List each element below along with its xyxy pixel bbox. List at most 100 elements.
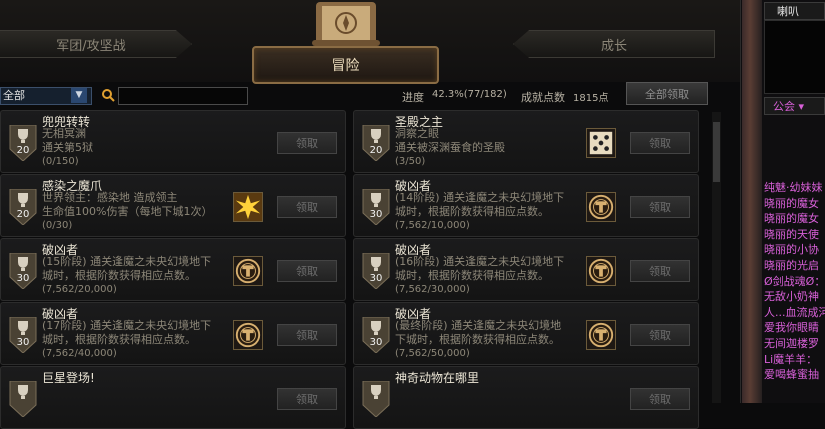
achievement-desc-line2: 城时，根据阶数获得相应点数。 bbox=[395, 205, 549, 218]
trophy-badge: 20 bbox=[8, 188, 38, 229]
achievement-card: 20 感染之魔爪 世界领主：感染地 造成领主 生命值100%伤害（每地下城1次） (0/… bbox=[0, 174, 346, 237]
trophy-points: 20 bbox=[16, 209, 30, 220]
achievement-desc-line1: 世界领主：感染地 造成领主 bbox=[42, 191, 178, 204]
achievement-desc-line1: 洞察之眼 bbox=[395, 127, 439, 140]
achievement-card: 神奇动物在哪里领取 bbox=[353, 366, 699, 429]
chat-line: 晓丽的光启 bbox=[764, 258, 819, 272]
tab-adventure-label: 冒险 bbox=[331, 58, 360, 74]
achievement-desc-line1: (最终阶段) 通关逢魔之未央幻境地 bbox=[395, 319, 562, 332]
achievement-progress: (7,562/10,000) bbox=[395, 220, 470, 231]
trophy-points: 20 bbox=[369, 145, 383, 156]
tab-legion-label: 军团/攻坚战 bbox=[56, 38, 126, 54]
achievement-desc-line1: (15阶段) 通关逢魔之未央幻境地下 bbox=[42, 255, 212, 268]
achievement-progress: (0/30) bbox=[42, 220, 73, 231]
burst-icon bbox=[233, 192, 263, 222]
trophy-points: 30 bbox=[16, 273, 30, 284]
emblem-icon bbox=[586, 192, 616, 222]
tab-legion[interactable]: 军团/攻坚战 bbox=[0, 30, 192, 58]
emblem-icon bbox=[586, 320, 616, 350]
chat-line: 爱我你眼睛 bbox=[764, 321, 819, 335]
achievement-desc-line2: 通关第5狱 bbox=[42, 141, 93, 154]
trophy-points: 30 bbox=[369, 209, 383, 220]
chat-line: 无敌小奶神 bbox=[764, 290, 819, 304]
chat-log: 纯魅·幼妹妹 晓丽的魔女 晓丽的魔女 晓丽的天使 晓丽的小协 晓丽的光启 Ø剑战魂Ø： 无敌小… bbox=[764, 180, 825, 383]
trophy-badge: 30 bbox=[8, 252, 38, 293]
points-label: 成就点数 bbox=[521, 91, 565, 104]
progress-value: 42.3%(77/182) bbox=[432, 89, 507, 100]
chat-line: 晓丽的小协 bbox=[764, 243, 819, 257]
achievement-desc-line2: 城时，根据阶数获得相应点数。 bbox=[42, 333, 196, 346]
achievement-title: 巨星登场! bbox=[42, 371, 95, 385]
horn-message-box bbox=[764, 20, 825, 94]
chat-line: 无间迦楼罗 bbox=[764, 336, 819, 350]
points-value: 1815点 bbox=[573, 93, 609, 104]
chat-line: 晓丽的魔女 bbox=[764, 196, 819, 210]
trophy-icon bbox=[9, 380, 37, 418]
achievement-desc-line1: (14阶段) 通关逢魔之未央幻境地下 bbox=[395, 191, 565, 204]
emblem-icon bbox=[233, 320, 263, 350]
claim-button[interactable]: 领取 bbox=[277, 196, 337, 218]
scroll-compass-icon bbox=[312, 2, 380, 46]
chevron-down-icon[interactable]: ▼ bbox=[71, 88, 87, 103]
achievement-desc-line1: (16阶段) 通关逢魔之未央幻境地下 bbox=[395, 255, 565, 268]
trophy-badge bbox=[361, 380, 391, 421]
tab-growth[interactable]: 成长 bbox=[513, 30, 715, 58]
chat-line: 晓丽的魔女 bbox=[764, 212, 819, 226]
trophy-badge: 30 bbox=[361, 252, 391, 293]
claim-button[interactable]: 领取 bbox=[630, 324, 690, 346]
achievement-progress: (7,562/20,000) bbox=[42, 284, 117, 295]
achievement-desc-line1: (17阶段) 通关逢魔之未央幻境地下 bbox=[42, 319, 212, 332]
claim-button[interactable]: 领取 bbox=[277, 260, 337, 282]
trophy-points: 20 bbox=[16, 145, 30, 156]
progress-label: 进度 bbox=[402, 91, 424, 104]
achievement-desc-line2: 下城时，根据阶数获得相应点数。 bbox=[395, 333, 560, 346]
claim-all-button[interactable]: 全部领取 bbox=[626, 82, 708, 105]
chat-line: Li魔羊羊： bbox=[764, 352, 818, 366]
trophy-icon bbox=[362, 380, 390, 418]
claim-button[interactable]: 领取 bbox=[277, 132, 337, 154]
achievement-card: 30 破凶者 (16阶段) 通关逢魔之未央幻境地下 城时，根据阶数获得相应点数。 (7,… bbox=[353, 238, 699, 301]
claim-button[interactable]: 领取 bbox=[277, 324, 337, 346]
horn-channel-tab[interactable]: 喇叭 bbox=[764, 2, 825, 20]
claim-button[interactable]: 领取 bbox=[630, 132, 690, 154]
achievement-desc-line2: 城时，根据阶数获得相应点数。 bbox=[395, 269, 549, 282]
achievement-card: 30 破凶者 (17阶段) 通关逢魔之未央幻境地下 城时，根据阶数获得相应点数。 (7,… bbox=[0, 302, 346, 365]
achievement-desc-line2: 城时，根据阶数获得相应点数。 bbox=[42, 269, 196, 282]
claim-button[interactable]: 领取 bbox=[630, 196, 690, 218]
claim-button[interactable]: 领取 bbox=[630, 388, 690, 410]
achievement-desc-line2: 通关被深渊蚕食的圣殿 bbox=[395, 141, 505, 154]
emblem-icon bbox=[586, 256, 616, 286]
guild-channel-label: 公会 bbox=[773, 100, 795, 113]
scrollbar-thumb[interactable] bbox=[713, 122, 720, 182]
claim-button[interactable]: 领取 bbox=[630, 260, 690, 282]
achievement-title: 神奇动物在哪里 bbox=[395, 371, 480, 385]
achievement-progress: (7,562/30,000) bbox=[395, 284, 470, 295]
category-select-value: 全部 bbox=[3, 89, 25, 102]
trophy-points: 30 bbox=[369, 337, 383, 348]
trophy-badge bbox=[8, 380, 38, 421]
trophy-badge: 20 bbox=[8, 124, 38, 165]
search-input[interactable] bbox=[118, 87, 248, 105]
achievement-card: 30 破凶者 (15阶段) 通关逢魔之未央幻境地下 城时，根据阶数获得相应点数。 (7,… bbox=[0, 238, 346, 301]
tab-adventure[interactable]: 冒险 bbox=[252, 46, 439, 84]
chat-line: 人...血流成河 bbox=[764, 305, 825, 319]
achievement-progress: (3/50) bbox=[395, 156, 426, 167]
chat-line: 纯魅·幼妹妹 bbox=[764, 181, 823, 194]
trophy-points: 30 bbox=[16, 337, 30, 348]
achievement-card: 30 破凶者 (最终阶段) 通关逢魔之未央幻境地 下城时，根据阶数获得相应点数。 (7,… bbox=[353, 302, 699, 365]
horn-channel-label: 喇叭 bbox=[777, 5, 799, 18]
achievement-card: 巨星登场! 领取 bbox=[0, 366, 346, 429]
achievement-card: 30 破凶者 (14阶段) 通关逢魔之未央幻境地下 城时，根据阶数获得相应点数。 (7,… bbox=[353, 174, 699, 237]
trophy-badge: 30 bbox=[361, 316, 391, 357]
achievement-card: 20 兜兜转转 无相冥渊 通关第5狱 (0/150) 领取 bbox=[0, 110, 346, 173]
claim-button[interactable]: 领取 bbox=[277, 388, 337, 410]
guild-channel-tab[interactable]: 公会 ▾ bbox=[764, 97, 825, 115]
chat-line: 爱喝蜂蜜抽 bbox=[764, 368, 819, 382]
achievement-desc-line2: 生命值100%伤害（每地下城1次） bbox=[42, 205, 213, 218]
achievement-progress: (0/150) bbox=[42, 156, 79, 167]
chat-line: 晓丽的天使 bbox=[764, 227, 819, 241]
achievement-desc-line1: 无相冥渊 bbox=[42, 127, 86, 140]
search-icon bbox=[102, 89, 115, 102]
achievement-card: 20 圣殿之主 洞察之眼 通关被深渊蚕食的圣殿 (3/50) 领取 bbox=[353, 110, 699, 173]
trophy-badge: 20 bbox=[361, 124, 391, 165]
